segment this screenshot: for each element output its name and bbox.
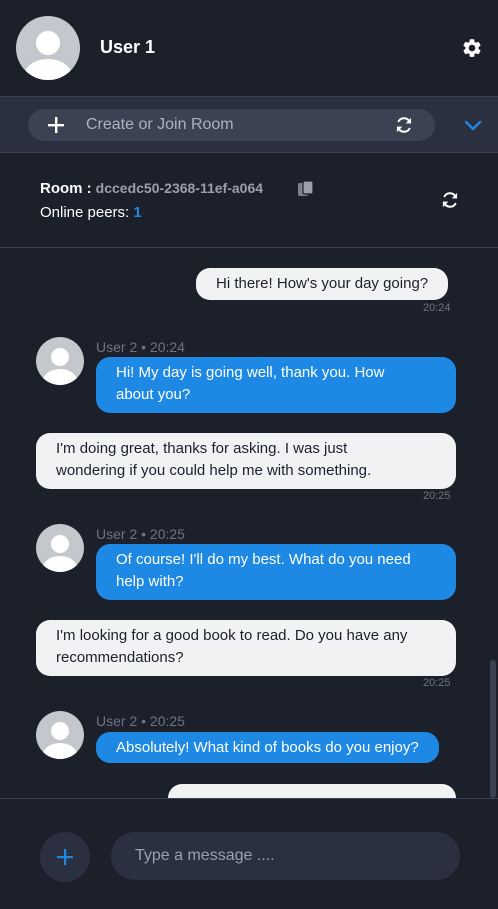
- message-composer: [0, 798, 498, 909]
- incoming-message: Of course! I'll do my best. What do you …: [96, 544, 456, 600]
- room-line: Room : dccedc50-2368-11ef-a064: [40, 180, 263, 197]
- room-id: dccedc50-2368-11ef-a064: [95, 180, 264, 196]
- incoming-message: Absolutely! What kind of books do you en…: [96, 732, 439, 763]
- message-text: help with?: [116, 573, 184, 590]
- scrollbar[interactable]: [490, 660, 496, 798]
- message-sender: User 2 • 20:25: [96, 526, 185, 542]
- refresh-icon[interactable]: [394, 115, 414, 135]
- online-peers: Online peers: 1: [40, 204, 142, 221]
- incoming-message: Hi! My day is going well, thank you. How…: [96, 357, 456, 413]
- peer-avatar: [36, 524, 84, 572]
- message-text: Of course! I'll do my best. What do you …: [116, 551, 411, 568]
- message-text: Hi there! How's your day going?: [216, 275, 429, 292]
- chevron-down-icon[interactable]: [463, 115, 483, 135]
- message-text: Absolutely! What kind of books do you en…: [116, 739, 419, 756]
- message-text: recommendations?: [56, 649, 184, 666]
- room-bar: [0, 96, 498, 153]
- message-input[interactable]: [111, 832, 460, 880]
- plus-icon: [57, 849, 73, 865]
- app-header: User 1: [0, 0, 498, 96]
- room-search-pill: [28, 109, 435, 141]
- message-text: wondering if you could help me with some…: [56, 462, 372, 479]
- add-attachment-button[interactable]: [40, 832, 90, 882]
- outgoing-message: I'm doing great, thanks for asking. I wa…: [36, 433, 456, 489]
- message-text: I'm looking for a good book to read. Do …: [56, 627, 408, 644]
- peer-avatar: [36, 337, 84, 385]
- peers-label: Online peers:: [40, 204, 130, 221]
- message-list[interactable]: Hi there! How's your day going? 20:24 Us…: [0, 248, 498, 798]
- message-time: 20:25: [423, 490, 451, 502]
- room-input[interactable]: [86, 109, 376, 141]
- peer-avatar: [36, 711, 84, 759]
- room-label: Room :: [40, 180, 92, 197]
- peers-count: 1: [133, 204, 142, 221]
- gear-icon[interactable]: [461, 37, 483, 59]
- refresh-icon[interactable]: [440, 190, 460, 210]
- user-avatar: [16, 16, 80, 80]
- outgoing-message-partial: [168, 784, 456, 798]
- plus-icon[interactable]: [47, 116, 65, 134]
- copy-icon[interactable]: [297, 180, 315, 198]
- room-info-panel: Room : dccedc50-2368-11ef-a064 Online pee…: [0, 153, 498, 248]
- message-text: about you?: [116, 386, 191, 403]
- outgoing-message: I'm looking for a good book to read. Do …: [36, 620, 456, 676]
- message-sender: User 2 • 20:24: [96, 339, 185, 355]
- message-sender: User 2 • 20:25: [96, 713, 185, 729]
- message-text: Hi! My day is going well, thank you. How: [116, 364, 385, 381]
- outgoing-message: Hi there! How's your day going?: [196, 268, 449, 300]
- message-time: 20:24: [423, 302, 451, 314]
- message-text: I'm doing great, thanks for asking. I wa…: [56, 440, 348, 457]
- current-username: User 1: [100, 37, 156, 57]
- message-time: 20:25: [423, 677, 451, 689]
